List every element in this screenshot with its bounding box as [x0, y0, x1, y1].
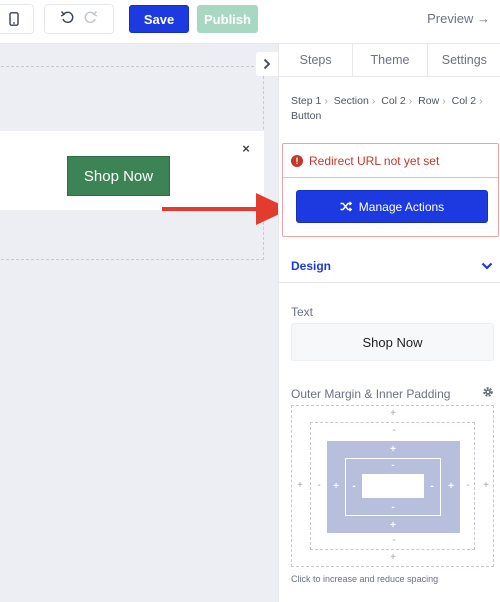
preview-link[interactable]: Preview → [427, 11, 490, 26]
gear-icon[interactable] [482, 386, 494, 398]
manage-actions-button[interactable]: Manage Actions [296, 190, 488, 223]
button-text-input[interactable]: Shop Now [291, 323, 494, 361]
redo-button[interactable] [84, 10, 98, 29]
save-button[interactable]: Save [129, 5, 189, 33]
breadcrumb-current: Button [291, 110, 322, 122]
tab-steps[interactable]: Steps [279, 44, 354, 76]
padding-inner-outline: - - - - [345, 458, 441, 516]
alert-message: Redirect URL not yet set [309, 153, 440, 168]
mobile-icon [9, 12, 19, 26]
settings-panel: Steps Theme Settings Step 1 › Section › Co… [278, 44, 500, 602]
padding-bottom-decrease[interactable]: - [388, 503, 398, 513]
padding-right-decrease[interactable]: - [427, 482, 437, 492]
chevron-right-icon: › [442, 95, 446, 107]
chevron-right-icon: › [324, 95, 328, 107]
design-label: Design [291, 258, 332, 273]
breadcrumb-item[interactable]: Col 2 [381, 95, 406, 107]
top-toolbar: Save Publish Preview → [0, 0, 500, 44]
padding-top-increase[interactable]: + [388, 445, 398, 455]
design-accordion[interactable]: Design [279, 249, 500, 283]
breadcrumb-item[interactable]: Section [334, 95, 369, 107]
content-box [362, 474, 424, 498]
spacing-label: Outer Margin & Inner Padding [291, 387, 451, 401]
margin-top-decrease[interactable]: - [389, 426, 399, 436]
padding-top-decrease[interactable]: - [388, 461, 398, 471]
margin-bottom-increase[interactable]: + [388, 553, 398, 563]
margin-left-decrease[interactable]: - [314, 481, 324, 491]
padding-bottom-increase[interactable]: + [388, 521, 398, 531]
alert-icon: ! [291, 154, 303, 167]
annotation-arrow-icon [162, 193, 290, 225]
margin-right-decrease[interactable]: - [463, 481, 473, 491]
manage-actions-label: Manage Actions [358, 199, 445, 214]
breadcrumb-item[interactable]: Row [418, 95, 439, 107]
margin-top-increase[interactable]: + [388, 409, 398, 419]
chevron-down-icon [481, 262, 493, 270]
text-field-label: Text [291, 305, 314, 319]
editor-canvas: Shop Now × [0, 44, 278, 602]
breadcrumb-item[interactable]: Col 2 [452, 95, 477, 107]
collapse-panel-button[interactable] [256, 52, 278, 76]
chevron-right-icon [263, 58, 271, 70]
breadcrumb-item[interactable]: Step 1 [291, 95, 321, 107]
history-controls [44, 4, 114, 34]
margin-left-increase[interactable]: + [295, 481, 305, 491]
margin-inner-outline: - - - - + + + + - - - - [310, 422, 475, 550]
redo-icon [84, 10, 98, 23]
redirect-alert: ! Redirect URL not yet set Manage Action… [282, 143, 499, 237]
alert-header: ! Redirect URL not yet set [283, 144, 498, 178]
padding-left-decrease[interactable]: - [349, 482, 359, 492]
close-icon[interactable]: × [238, 140, 254, 156]
shuffle-icon [340, 201, 352, 212]
tab-settings[interactable]: Settings [428, 44, 500, 76]
device-toggle-button[interactable] [0, 4, 34, 34]
padding-box: + + + + - - - - [327, 441, 460, 533]
margin-bottom-decrease[interactable]: - [389, 536, 399, 546]
panel-tabs: Steps Theme Settings [279, 44, 500, 77]
margin-box: + + + + - - - - + + + + - - - - [291, 405, 494, 567]
chevron-right-icon: › [479, 95, 483, 107]
chevron-right-icon: › [408, 95, 413, 107]
padding-right-increase[interactable]: + [446, 482, 456, 492]
spacing-hint: Click to increase and reduce spacing [291, 574, 439, 584]
shop-now-button[interactable]: Shop Now [67, 156, 170, 196]
publish-button[interactable]: Publish [197, 5, 258, 33]
margin-right-increase[interactable]: + [481, 481, 491, 491]
undo-icon [60, 10, 74, 23]
chevron-right-icon: › [371, 95, 376, 107]
padding-left-increase[interactable]: + [331, 482, 341, 492]
undo-button[interactable] [60, 10, 74, 29]
tab-theme[interactable]: Theme [353, 44, 428, 76]
breadcrumb: Step 1 › Section › Col 2 › Row › Col 2 › Butt… [291, 94, 496, 124]
